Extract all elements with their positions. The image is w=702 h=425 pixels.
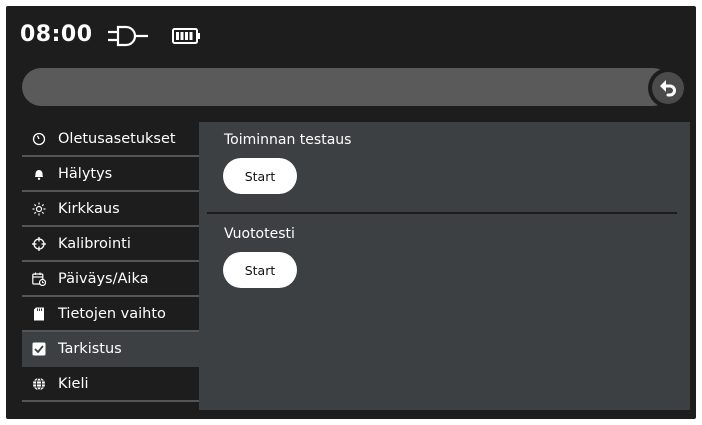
sidebar-item-kalibrointi[interactable]: Kalibrointi [22,227,199,262]
sidebar-item-label: Tarkistus [58,340,122,357]
sidebar-item-label: Tietojen vaihto [58,305,166,322]
checkbox-icon [32,342,46,356]
sidebar-item-halytys[interactable]: Hälytys [22,157,199,192]
sidebar-item-label: Hälytys [58,165,113,182]
title-bar [22,68,672,106]
sd-card-icon [32,307,46,321]
sidebar-item-kirkkaus[interactable]: Kirkkaus [22,192,199,227]
plug-icon [106,24,150,52]
function-test-start-button[interactable]: Start [223,158,297,194]
globe-icon [32,377,46,391]
sidebar-item-paivays-aika[interactable]: Päiväys/Aika [22,262,199,297]
sidebar-item-label: Kalibrointi [58,235,131,252]
sidebar-item-oletusasetukset[interactable]: Oletusasetukset [22,122,199,157]
back-arrow-icon [652,80,684,108]
device-screen: 08:00 Oletusasetukset Hälytys Kirkkaus K… [6,6,696,419]
sidebar: Oletusasetukset Hälytys Kirkkaus Kalibro… [22,122,199,402]
sidebar-item-label: Kirkkaus [58,200,120,217]
crosshair-icon [32,236,46,251]
sun-icon [32,202,46,216]
sidebar-item-label: Oletusasetukset [58,130,176,147]
sidebar-item-label: Päiväys/Aika [58,270,149,287]
bell-icon [32,167,46,181]
main-panel: Toiminnan testaus Start Vuototesti Start [199,122,690,410]
leak-test-start-button[interactable]: Start [223,252,297,288]
sidebar-item-label: Kieli [58,375,89,392]
gauge-icon [32,132,46,146]
calendar-clock-icon [32,272,46,286]
divider [207,212,677,214]
status-bar: 08:00 [6,6,696,66]
clock: 08:00 [20,22,93,47]
section-title-leak-test: Vuototesti [224,226,295,242]
sidebar-item-tarkistus[interactable]: Tarkistus [22,332,199,367]
section-title-function-test: Toiminnan testaus [224,132,352,148]
sidebar-item-kieli[interactable]: Kieli [22,367,199,402]
sidebar-item-tietojen-vaihto[interactable]: Tietojen vaihto [22,297,199,332]
back-button[interactable] [648,68,688,108]
battery-icon [172,28,202,48]
